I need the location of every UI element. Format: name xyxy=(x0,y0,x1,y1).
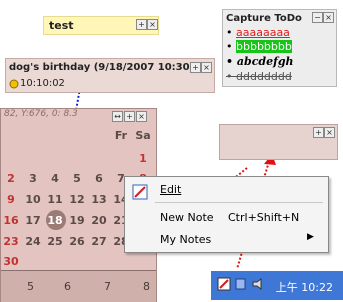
calendar-day[interactable]: 11 xyxy=(45,193,65,206)
close-icon[interactable]: × xyxy=(147,19,158,30)
calendar-day[interactable]: 24 xyxy=(23,235,43,248)
calendar-day[interactable]: 19 xyxy=(67,214,87,227)
sticky-note-empty[interactable]: + × xyxy=(219,124,338,160)
ruler-label: 5 xyxy=(27,280,34,293)
note-title: test xyxy=(49,19,74,32)
menu-separator xyxy=(155,202,323,203)
alarm-icon xyxy=(9,79,19,89)
close-icon[interactable]: × xyxy=(323,12,334,23)
tray-app-icon[interactable] xyxy=(217,277,231,291)
menu-item-my-notes[interactable]: My Notes xyxy=(160,233,211,246)
calendar-day[interactable]: 12 xyxy=(67,193,87,206)
clock[interactable]: 上午 10:22 xyxy=(276,279,333,295)
resize-icon[interactable]: ↔ xyxy=(112,111,123,122)
note-title: Capture ToDo xyxy=(226,13,302,24)
speaker-icon[interactable] xyxy=(251,277,265,291)
todo-item[interactable]: • aaaaaaaa xyxy=(226,26,290,39)
calendar-day[interactable]: 4 xyxy=(45,172,65,185)
sticky-note-test[interactable]: test + × xyxy=(43,16,159,35)
add-note-icon[interactable]: + xyxy=(313,127,324,138)
weekday-label: Fr xyxy=(114,129,128,142)
calendar-day[interactable]: 13 xyxy=(89,193,109,206)
menu-shortcut: Ctrl+Shift+N xyxy=(228,211,300,224)
todo-item[interactable]: • bbbbbbbb xyxy=(226,40,292,53)
submenu-arrow-icon: ▶ xyxy=(307,232,314,242)
context-menu[interactable]: Edit New Note Ctrl+Shift+N My Notes ▶ xyxy=(124,176,329,253)
calendar-day[interactable]: 23 xyxy=(1,235,21,248)
ruler-label: 7 xyxy=(104,280,111,293)
ruler-label: 8 xyxy=(143,280,150,293)
add-note-icon[interactable]: + xyxy=(190,62,201,73)
todo-item[interactable]: • abcdefgh xyxy=(226,55,294,68)
menu-item-edit[interactable]: Edit xyxy=(160,183,181,196)
todo-item[interactable]: • dddddddd xyxy=(226,70,292,83)
calendar-day[interactable]: 26 xyxy=(67,235,87,248)
taskbar-tray[interactable]: 上午 10:22 xyxy=(211,271,343,300)
add-note-icon[interactable]: + xyxy=(136,19,147,30)
calendar-day[interactable]: 30 xyxy=(1,255,21,268)
notes-app-icon xyxy=(132,184,148,200)
minimize-icon[interactable]: − xyxy=(312,12,323,23)
calendar-day[interactable]: 10 xyxy=(23,193,43,206)
calendar-coords: 82, Y:676, 0: 8.3 xyxy=(4,109,78,119)
calendar-day[interactable]: 6 xyxy=(89,172,109,185)
todo-note[interactable]: Capture ToDo − × • aaaaaaaa • bbbbbbbb •… xyxy=(222,9,337,87)
menu-item-new-note[interactable]: New Note xyxy=(160,211,214,224)
network-icon[interactable] xyxy=(235,277,247,291)
weekday-label: Sa xyxy=(135,129,151,142)
calendar-ruler: 5 6 7 8 xyxy=(1,270,156,302)
calendar-day-today[interactable]: 18 xyxy=(45,214,65,227)
close-icon[interactable]: × xyxy=(136,111,147,122)
calendar-day[interactable]: 16 xyxy=(1,214,21,227)
note-title: dog's birthday (9/18/2007 10:30:57) xyxy=(9,62,213,73)
calendar-day[interactable]: 17 xyxy=(23,214,43,227)
add-note-icon[interactable]: + xyxy=(124,111,135,122)
calendar-day[interactable]: 1 xyxy=(133,152,153,165)
close-icon[interactable]: × xyxy=(201,62,212,73)
alarm-time: 10:10:02 xyxy=(20,78,65,89)
calendar-day[interactable]: 3 xyxy=(23,172,43,185)
calendar-day[interactable]: 20 xyxy=(89,214,109,227)
calendar-day[interactable]: 9 xyxy=(1,193,21,206)
ruler-label: 6 xyxy=(64,280,71,293)
sticky-note-birthday[interactable]: dog's birthday (9/18/2007 10:30:57) + × … xyxy=(5,58,215,93)
calendar-day[interactable]: 27 xyxy=(89,235,109,248)
calendar-day[interactable]: 5 xyxy=(67,172,87,185)
calendar-day[interactable]: 25 xyxy=(45,235,65,248)
calendar-day[interactable]: 2 xyxy=(1,172,21,185)
close-icon[interactable]: × xyxy=(324,127,335,138)
